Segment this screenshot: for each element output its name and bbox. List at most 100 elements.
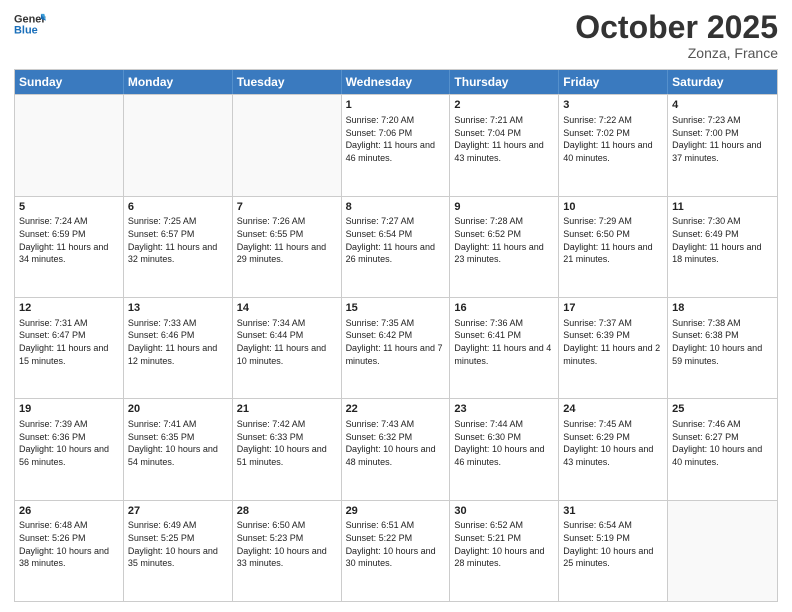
day-number: 28 <box>237 504 337 519</box>
day-info: Sunrise: 7:30 AMSunset: 6:49 PMDaylight:… <box>672 215 773 265</box>
day-info: Sunrise: 7:44 AMSunset: 6:30 PMDaylight:… <box>454 418 554 468</box>
day-number: 25 <box>672 402 773 417</box>
day-25: 25Sunrise: 7:46 AMSunset: 6:27 PMDayligh… <box>668 399 777 499</box>
day-9: 9Sunrise: 7:28 AMSunset: 6:52 PMDaylight… <box>450 197 559 297</box>
calendar-body: 1Sunrise: 7:20 AMSunset: 7:06 PMDaylight… <box>15 94 777 601</box>
day-info: Sunrise: 6:52 AMSunset: 5:21 PMDaylight:… <box>454 519 554 569</box>
day-number: 24 <box>563 402 663 417</box>
day-number: 5 <box>19 200 119 215</box>
day-number: 10 <box>563 200 663 215</box>
svg-text:Blue: Blue <box>14 24 38 36</box>
day-29: 29Sunrise: 6:51 AMSunset: 5:22 PMDayligh… <box>342 501 451 601</box>
day-info: Sunrise: 7:27 AMSunset: 6:54 PMDaylight:… <box>346 215 446 265</box>
day-16: 16Sunrise: 7:36 AMSunset: 6:41 PMDayligh… <box>450 298 559 398</box>
day-30: 30Sunrise: 6:52 AMSunset: 5:21 PMDayligh… <box>450 501 559 601</box>
day-6: 6Sunrise: 7:25 AMSunset: 6:57 PMDaylight… <box>124 197 233 297</box>
header-friday: Friday <box>559 70 668 94</box>
day-info: Sunrise: 7:25 AMSunset: 6:57 PMDaylight:… <box>128 215 228 265</box>
day-17: 17Sunrise: 7:37 AMSunset: 6:39 PMDayligh… <box>559 298 668 398</box>
empty-cell <box>124 95 233 195</box>
day-number: 19 <box>19 402 119 417</box>
day-number: 18 <box>672 301 773 316</box>
day-12: 12Sunrise: 7:31 AMSunset: 6:47 PMDayligh… <box>15 298 124 398</box>
week-row-2: 5Sunrise: 7:24 AMSunset: 6:59 PMDaylight… <box>15 196 777 297</box>
day-number: 26 <box>19 504 119 519</box>
day-number: 20 <box>128 402 228 417</box>
logo-icon: General Blue <box>14 10 46 38</box>
day-info: Sunrise: 7:45 AMSunset: 6:29 PMDaylight:… <box>563 418 663 468</box>
day-info: Sunrise: 7:31 AMSunset: 6:47 PMDaylight:… <box>19 317 119 367</box>
header: General Blue October 2025 Zonza, France <box>14 10 778 61</box>
day-info: Sunrise: 7:38 AMSunset: 6:38 PMDaylight:… <box>672 317 773 367</box>
header-saturday: Saturday <box>668 70 777 94</box>
day-number: 17 <box>563 301 663 316</box>
day-number: 30 <box>454 504 554 519</box>
day-14: 14Sunrise: 7:34 AMSunset: 6:44 PMDayligh… <box>233 298 342 398</box>
day-20: 20Sunrise: 7:41 AMSunset: 6:35 PMDayligh… <box>124 399 233 499</box>
day-number: 6 <box>128 200 228 215</box>
header-thursday: Thursday <box>450 70 559 94</box>
day-number: 2 <box>454 98 554 113</box>
day-7: 7Sunrise: 7:26 AMSunset: 6:55 PMDaylight… <box>233 197 342 297</box>
day-info: Sunrise: 7:43 AMSunset: 6:32 PMDaylight:… <box>346 418 446 468</box>
day-info: Sunrise: 7:28 AMSunset: 6:52 PMDaylight:… <box>454 215 554 265</box>
week-row-1: 1Sunrise: 7:20 AMSunset: 7:06 PMDaylight… <box>15 94 777 195</box>
week-row-3: 12Sunrise: 7:31 AMSunset: 6:47 PMDayligh… <box>15 297 777 398</box>
day-28: 28Sunrise: 6:50 AMSunset: 5:23 PMDayligh… <box>233 501 342 601</box>
day-number: 4 <box>672 98 773 113</box>
day-31: 31Sunrise: 6:54 AMSunset: 5:19 PMDayligh… <box>559 501 668 601</box>
header-wednesday: Wednesday <box>342 70 451 94</box>
day-info: Sunrise: 7:20 AMSunset: 7:06 PMDaylight:… <box>346 114 446 164</box>
day-18: 18Sunrise: 7:38 AMSunset: 6:38 PMDayligh… <box>668 298 777 398</box>
day-number: 15 <box>346 301 446 316</box>
week-row-5: 26Sunrise: 6:48 AMSunset: 5:26 PMDayligh… <box>15 500 777 601</box>
day-number: 22 <box>346 402 446 417</box>
day-23: 23Sunrise: 7:44 AMSunset: 6:30 PMDayligh… <box>450 399 559 499</box>
day-info: Sunrise: 7:46 AMSunset: 6:27 PMDaylight:… <box>672 418 773 468</box>
day-info: Sunrise: 7:24 AMSunset: 6:59 PMDaylight:… <box>19 215 119 265</box>
calendar-header: Sunday Monday Tuesday Wednesday Thursday… <box>15 70 777 94</box>
title-block: October 2025 Zonza, France <box>575 10 778 61</box>
day-22: 22Sunrise: 7:43 AMSunset: 6:32 PMDayligh… <box>342 399 451 499</box>
day-info: Sunrise: 7:37 AMSunset: 6:39 PMDaylight:… <box>563 317 663 367</box>
empty-cell <box>668 501 777 601</box>
day-number: 21 <box>237 402 337 417</box>
day-info: Sunrise: 7:39 AMSunset: 6:36 PMDaylight:… <box>19 418 119 468</box>
day-number: 31 <box>563 504 663 519</box>
day-number: 1 <box>346 98 446 113</box>
week-row-4: 19Sunrise: 7:39 AMSunset: 6:36 PMDayligh… <box>15 398 777 499</box>
calendar: Sunday Monday Tuesday Wednesday Thursday… <box>14 69 778 602</box>
day-15: 15Sunrise: 7:35 AMSunset: 6:42 PMDayligh… <box>342 298 451 398</box>
empty-cell <box>15 95 124 195</box>
day-24: 24Sunrise: 7:45 AMSunset: 6:29 PMDayligh… <box>559 399 668 499</box>
day-19: 19Sunrise: 7:39 AMSunset: 6:36 PMDayligh… <box>15 399 124 499</box>
day-info: Sunrise: 7:41 AMSunset: 6:35 PMDaylight:… <box>128 418 228 468</box>
day-26: 26Sunrise: 6:48 AMSunset: 5:26 PMDayligh… <box>15 501 124 601</box>
day-number: 3 <box>563 98 663 113</box>
empty-cell <box>233 95 342 195</box>
day-info: Sunrise: 7:33 AMSunset: 6:46 PMDaylight:… <box>128 317 228 367</box>
day-10: 10Sunrise: 7:29 AMSunset: 6:50 PMDayligh… <box>559 197 668 297</box>
day-info: Sunrise: 6:50 AMSunset: 5:23 PMDaylight:… <box>237 519 337 569</box>
header-sunday: Sunday <box>15 70 124 94</box>
day-3: 3Sunrise: 7:22 AMSunset: 7:02 PMDaylight… <box>559 95 668 195</box>
day-11: 11Sunrise: 7:30 AMSunset: 6:49 PMDayligh… <box>668 197 777 297</box>
day-number: 16 <box>454 301 554 316</box>
day-number: 29 <box>346 504 446 519</box>
day-number: 8 <box>346 200 446 215</box>
day-number: 23 <box>454 402 554 417</box>
day-number: 11 <box>672 200 773 215</box>
day-number: 12 <box>19 301 119 316</box>
day-info: Sunrise: 6:51 AMSunset: 5:22 PMDaylight:… <box>346 519 446 569</box>
day-info: Sunrise: 7:22 AMSunset: 7:02 PMDaylight:… <box>563 114 663 164</box>
day-number: 27 <box>128 504 228 519</box>
location: Zonza, France <box>575 45 778 61</box>
day-21: 21Sunrise: 7:42 AMSunset: 6:33 PMDayligh… <box>233 399 342 499</box>
day-info: Sunrise: 7:23 AMSunset: 7:00 PMDaylight:… <box>672 114 773 164</box>
day-info: Sunrise: 7:42 AMSunset: 6:33 PMDaylight:… <box>237 418 337 468</box>
logo: General Blue <box>14 10 46 38</box>
day-info: Sunrise: 7:35 AMSunset: 6:42 PMDaylight:… <box>346 317 446 367</box>
day-4: 4Sunrise: 7:23 AMSunset: 7:00 PMDaylight… <box>668 95 777 195</box>
day-8: 8Sunrise: 7:27 AMSunset: 6:54 PMDaylight… <box>342 197 451 297</box>
day-1: 1Sunrise: 7:20 AMSunset: 7:06 PMDaylight… <box>342 95 451 195</box>
